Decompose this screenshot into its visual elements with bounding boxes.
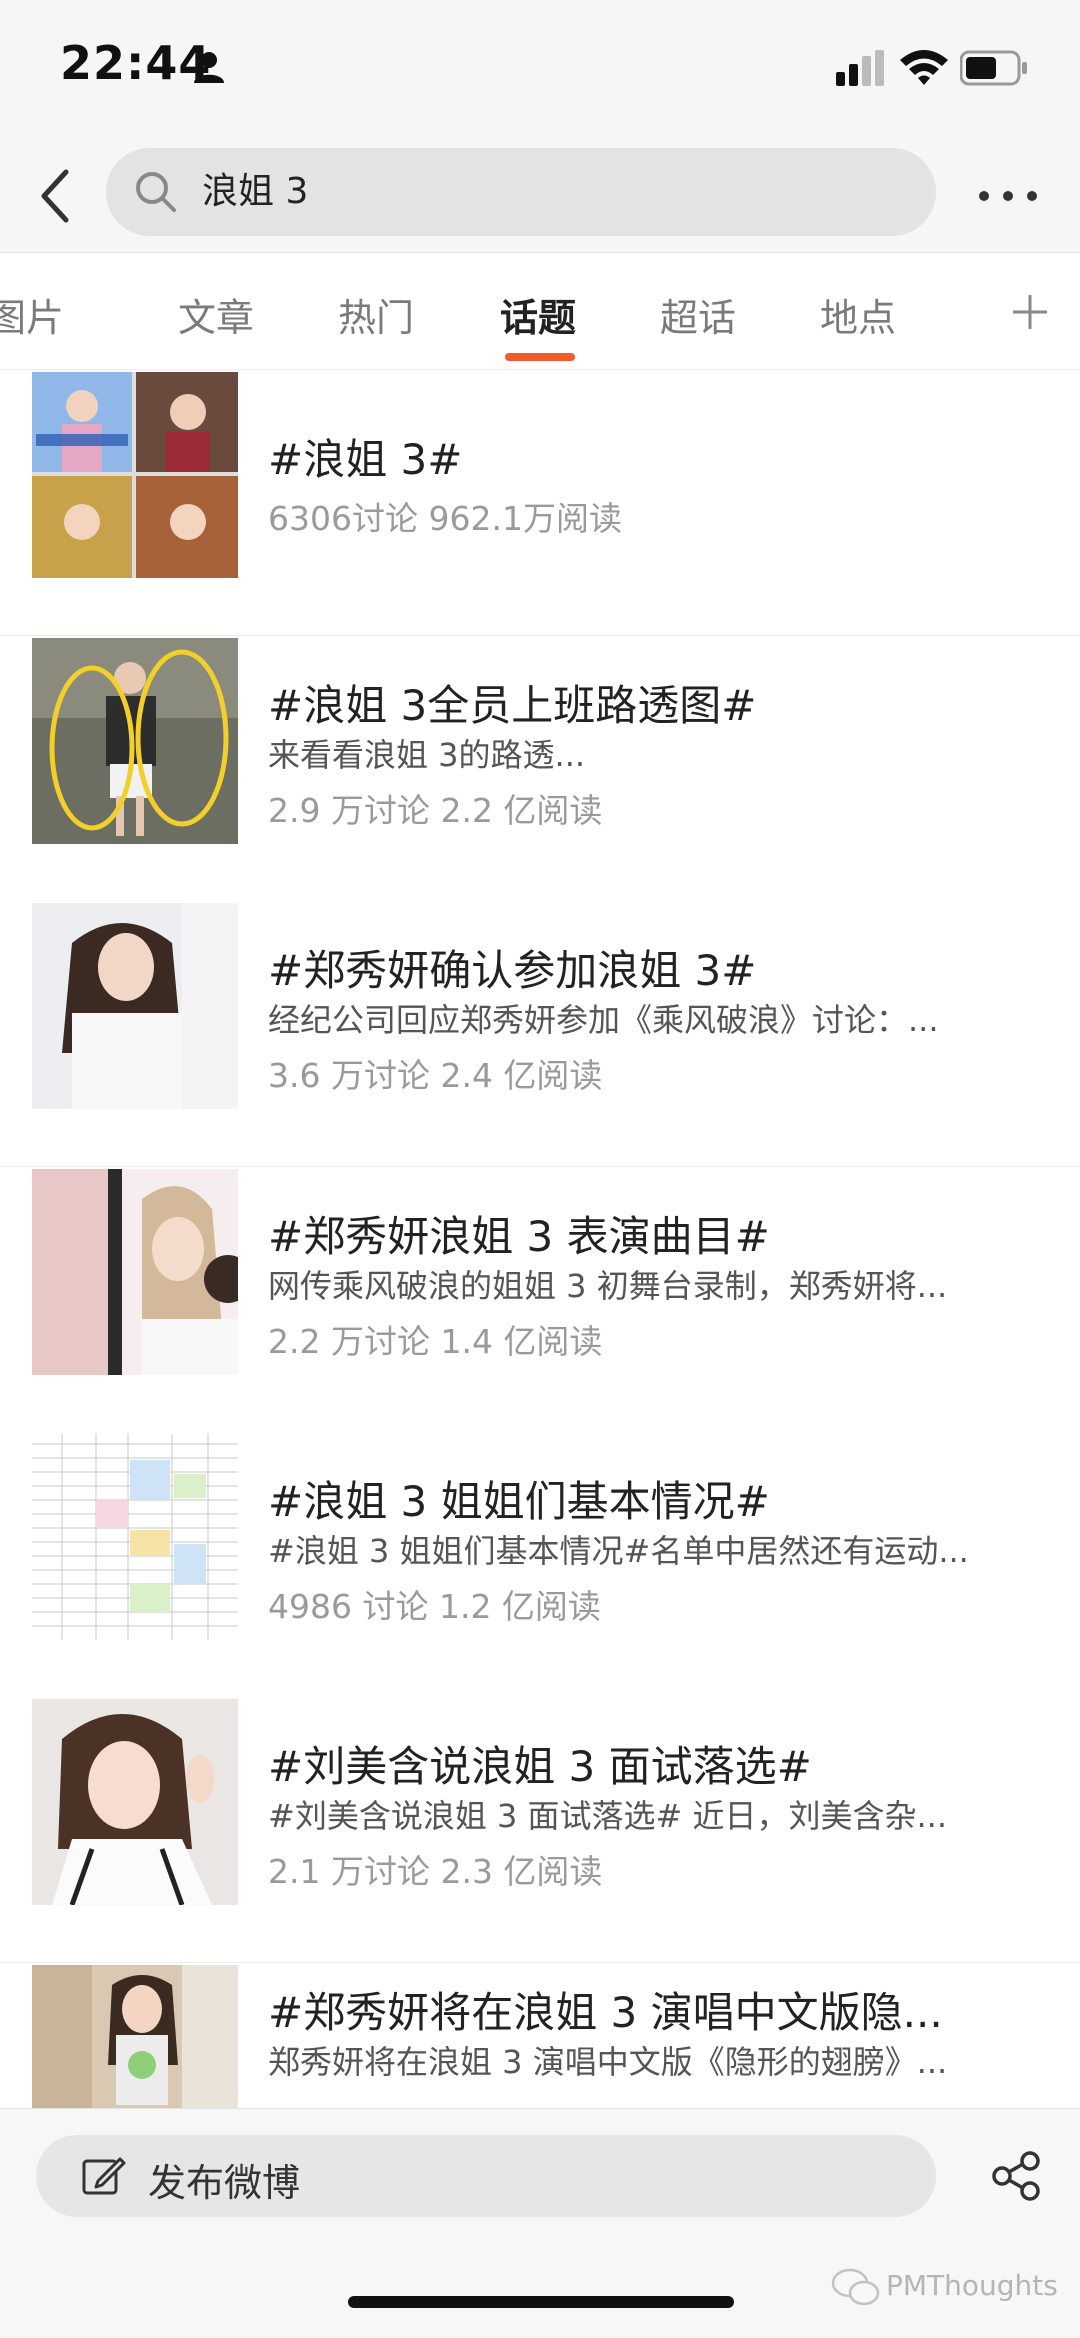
- edit-icon: [82, 2157, 126, 2195]
- watermark: PMThoughts: [886, 2269, 1058, 2302]
- wifi-icon: [900, 50, 948, 85]
- home-indicator[interactable]: [348, 2296, 734, 2308]
- topic-stats: 3.6 万讨论 2.4 亿阅读: [268, 1056, 603, 1095]
- topic-thumbnail: [32, 638, 238, 844]
- compose-label: 发布微博: [148, 2161, 301, 2205]
- tab-articles[interactable]: 文章: [178, 287, 254, 342]
- battery-icon: [960, 50, 1027, 86]
- topic-thumbnail: [32, 903, 238, 1109]
- active-tab-indicator: [505, 353, 575, 361]
- topic-title: #郑秀妍将在浪姐 3 演唱中文版隐...: [268, 1988, 943, 2037]
- topic-description: 经纪公司回应郑秀妍参加《乘风破浪》讨论：...: [268, 1001, 939, 1039]
- topic-title: #郑秀妍浪姐 3 表演曲目#: [268, 1212, 770, 1261]
- add-tab-icon[interactable]: [1002, 271, 1058, 351]
- status-bar: 22:44: [0, 0, 1080, 140]
- topic-thumbnail: [32, 1965, 238, 2108]
- search-query-text: 浪姐 3: [202, 171, 309, 212]
- share-icon[interactable]: [990, 2149, 1044, 2203]
- topic-description: 来看看浪姐 3的路透...: [268, 736, 586, 774]
- more-options-icon[interactable]: [968, 168, 1048, 224]
- tab-images[interactable]: 图片: [0, 287, 64, 342]
- topic-item[interactable]: #刘美含说浪姐 3 面试落选# #刘美含说浪姐 3 面试落选# 近日，刘美含杂.…: [0, 1697, 1080, 1964]
- topic-item[interactable]: #郑秀妍浪姐 3 表演曲目# 网传乘风破浪的姐姐 3 初舞台录制，郑秀妍将...…: [0, 1167, 1080, 1434]
- topic-thumbnail: [32, 1169, 238, 1375]
- category-tabs: 图片 文章 热门 话题 超话 地点: [0, 253, 1080, 370]
- topic-description: 网传乘风破浪的姐姐 3 初舞台录制，郑秀妍将...: [268, 1267, 948, 1305]
- search-icon: [136, 172, 176, 212]
- tab-super-topics[interactable]: 超话: [660, 287, 736, 342]
- topic-title: #浪姐 3 姐姐们基本情况#: [268, 1477, 770, 1526]
- topic-item[interactable]: #郑秀妍将在浪姐 3 演唱中文版隐... 郑秀妍将在浪姐 3 演唱中文版《隐形的…: [0, 1963, 1080, 2108]
- clock: 22:44: [60, 36, 212, 90]
- tab-topics[interactable]: 话题: [500, 287, 576, 342]
- person-icon: [194, 52, 224, 83]
- topic-item[interactable]: #浪姐 3全员上班路透图# 来看看浪姐 3的路透... 2.9 万讨论 2.2 …: [0, 636, 1080, 903]
- search-header: 浪姐 3: [0, 140, 1080, 253]
- topic-item[interactable]: #浪姐 3# 6306讨论 962.1万阅读: [0, 370, 1080, 637]
- topic-thumbnail: [32, 1434, 238, 1640]
- topic-title: #浪姐 3全员上班路透图#: [268, 681, 757, 730]
- topic-description: 郑秀妍将在浪姐 3 演唱中文版《隐形的翅膀》...: [268, 2043, 948, 2081]
- topic-thumbnail: [32, 1699, 238, 1905]
- tab-hot[interactable]: 热门: [338, 287, 414, 342]
- topic-stats: 2.1 万讨论 2.3 亿阅读: [268, 1852, 603, 1891]
- topic-stats: 6306讨论 962.1万阅读: [268, 499, 622, 538]
- topic-title: #刘美含说浪姐 3 面试落选#: [268, 1742, 812, 1791]
- topic-description: #浪姐 3 姐姐们基本情况#名单中居然还有运动...: [268, 1532, 969, 1570]
- compose-weibo-button[interactable]: 发布微博: [36, 2135, 936, 2217]
- topic-item[interactable]: #浪姐 3 姐姐们基本情况# #浪姐 3 姐姐们基本情况#名单中居然还有运动..…: [0, 1432, 1080, 1699]
- topic-stats: 2.2 万讨论 1.4 亿阅读: [268, 1322, 603, 1361]
- tab-places[interactable]: 地点: [820, 287, 896, 342]
- topic-title: #浪姐 3#: [268, 435, 463, 484]
- topic-thumbnail: [32, 372, 238, 578]
- topic-description: #刘美含说浪姐 3 面试落选# 近日，刘美含杂...: [268, 1797, 948, 1835]
- topic-title: #郑秀妍确认参加浪姐 3#: [268, 946, 757, 995]
- topic-stats: 2.9 万讨论 2.2 亿阅读: [268, 791, 603, 830]
- cellular-signal-icon: [836, 50, 884, 86]
- topic-stats: 4986 讨论 1.2 亿阅读: [268, 1587, 601, 1626]
- search-input[interactable]: 浪姐 3: [106, 148, 936, 236]
- back-button[interactable]: [28, 160, 84, 232]
- topic-item[interactable]: #郑秀妍确认参加浪姐 3# 经纪公司回应郑秀妍参加《乘风破浪》讨论：... 3.…: [0, 901, 1080, 1168]
- wechat-icon: [831, 2268, 880, 2306]
